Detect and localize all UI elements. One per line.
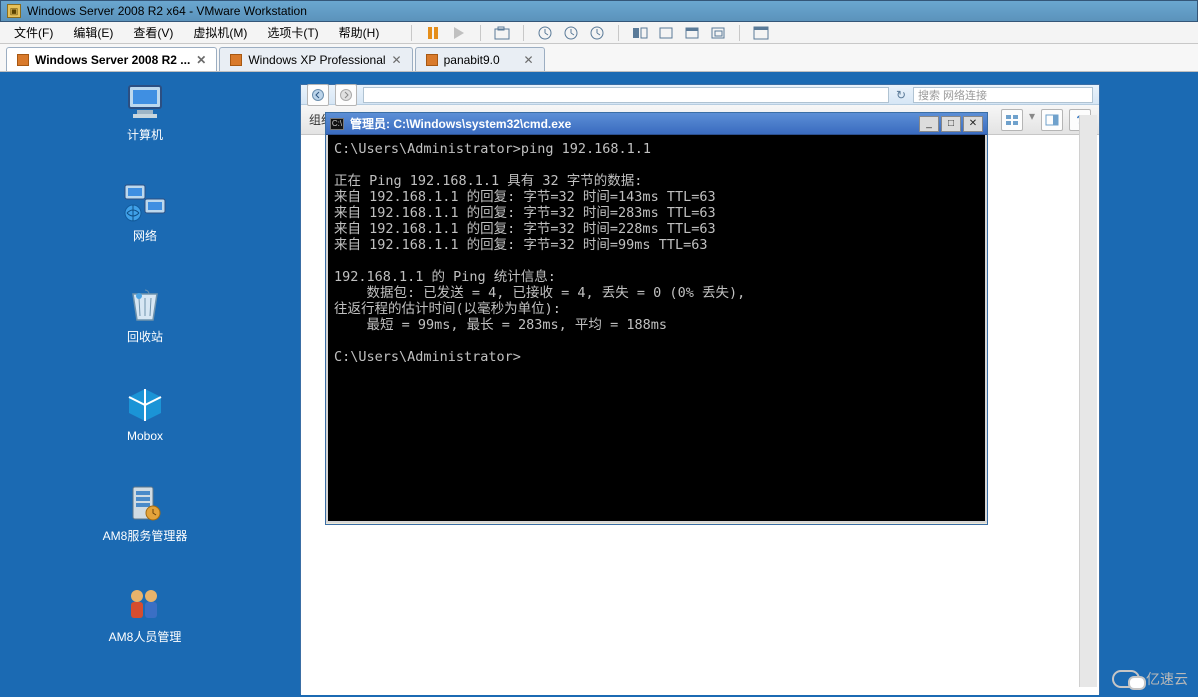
close-icon[interactable]: ✕ <box>392 53 402 67</box>
snapshot-button[interactable] <box>491 23 513 43</box>
explorer-nav-bar: ↻ 搜索 网络连接 <box>301 85 1099 105</box>
cloud-icon <box>1112 670 1140 688</box>
toolbar-divider <box>411 25 412 41</box>
clock-button-2[interactable] <box>560 23 582 43</box>
vmware-icon: ▣ <box>7 4 21 18</box>
play-vm-button[interactable] <box>448 23 470 43</box>
menu-tabs[interactable]: 选项卡(T) <box>259 22 326 43</box>
desktop-icon-label: 计算机 <box>127 126 163 143</box>
clock-button-1[interactable] <box>534 23 556 43</box>
vm-tab-label: Windows XP Professional <box>248 53 385 67</box>
cmd-output-text: C:\Users\Administrator>ping 192.168.1.1 … <box>334 141 979 365</box>
toolbar-divider <box>739 25 740 41</box>
desktop-icon-label: AM8人员管理 <box>109 628 182 645</box>
cmd-window[interactable]: C:\ 管理员: C:\Windows\system32\cmd.exe _ □… <box>325 112 988 525</box>
toolbar-divider <box>618 25 619 41</box>
toolbar-divider <box>523 25 524 41</box>
address-bar[interactable] <box>363 87 889 103</box>
vm-tab-ws2008[interactable]: Windows Server 2008 R2 ... ✕ <box>6 47 217 71</box>
cmd-window-title: 管理员: C:\Windows\system32\cmd.exe <box>350 115 571 132</box>
search-placeholder: 搜索 网络连接 <box>918 87 987 103</box>
close-button[interactable]: ✕ <box>963 116 983 132</box>
close-icon[interactable]: ✕ <box>196 53 206 67</box>
menu-vm[interactable]: 虚拟机(M) <box>185 22 255 43</box>
view-button-4[interactable] <box>707 23 729 43</box>
view-mode-button[interactable] <box>1001 109 1023 131</box>
menu-help[interactable]: 帮助(H) <box>331 22 388 43</box>
vm-tab-icon <box>17 54 29 66</box>
host-window-titlebar: ▣ Windows Server 2008 R2 x64 - VMware Wo… <box>0 0 1198 22</box>
mobox-icon <box>123 385 167 425</box>
host-window-title: Windows Server 2008 R2 x64 - VMware Work… <box>27 4 307 18</box>
close-icon[interactable]: ✕ <box>524 53 534 67</box>
cmd-output-area[interactable]: C:\Users\Administrator>ping 192.168.1.1 … <box>326 135 987 523</box>
vm-tab-label: Windows Server 2008 R2 ... <box>35 53 190 67</box>
forward-button[interactable] <box>335 84 357 106</box>
minimize-button[interactable]: _ <box>919 116 939 132</box>
vm-tab-panabit[interactable]: panabit9.0 ✕ <box>415 47 545 71</box>
desktop-icons-area: 计算机 网络 回收站 Mobox <box>0 76 290 679</box>
view-button-2[interactable] <box>655 23 677 43</box>
desktop-icon-mobox[interactable]: Mobox <box>95 379 195 449</box>
vm-tab-icon <box>426 54 438 66</box>
clock-button-3[interactable] <box>586 23 608 43</box>
recycle-bin-icon <box>123 284 167 324</box>
vm-tab-icon <box>230 54 242 66</box>
desktop-icon-label: 网络 <box>133 227 157 244</box>
windows-desktop[interactable]: 计算机 网络 回收站 Mobox <box>0 72 1198 697</box>
menu-view[interactable]: 查看(V) <box>125 22 181 43</box>
watermark-text: 亿速云 <box>1146 669 1188 689</box>
cmd-titlebar[interactable]: C:\ 管理员: C:\Windows\system32\cmd.exe _ □… <box>326 113 987 135</box>
maximize-button[interactable]: □ <box>941 116 961 132</box>
desktop-icon-am8-service[interactable]: AM8服务管理器 <box>95 477 195 550</box>
back-button[interactable] <box>307 84 329 106</box>
watermark: 亿速云 <box>1112 669 1188 689</box>
people-icon <box>123 584 167 624</box>
fullscreen-button[interactable] <box>750 23 772 43</box>
desktop-icon-network[interactable]: 网络 <box>95 177 195 250</box>
server-icon <box>123 483 167 523</box>
desktop-icon-label: 回收站 <box>127 328 163 345</box>
computer-icon <box>123 82 167 122</box>
toolbar-divider <box>480 25 481 41</box>
preview-pane-button[interactable] <box>1041 109 1063 131</box>
vmware-menubar: 文件(F) 编辑(E) 查看(V) 虚拟机(M) 选项卡(T) 帮助(H) <box>0 22 1198 44</box>
desktop-icon-computer[interactable]: 计算机 <box>95 76 195 149</box>
network-icon <box>123 183 167 223</box>
explorer-scrollbar[interactable] <box>1079 115 1097 687</box>
desktop-icon-recycle-bin[interactable]: 回收站 <box>95 278 195 351</box>
search-box[interactable]: 搜索 网络连接 <box>913 87 1093 103</box>
menu-edit[interactable]: 编辑(E) <box>65 22 121 43</box>
desktop-icon-label: Mobox <box>127 429 163 443</box>
refresh-icon[interactable]: ↻ <box>895 88 907 102</box>
cmd-icon: C:\ <box>330 118 344 130</box>
vm-tab-bar: Windows Server 2008 R2 ... ✕ Windows XP … <box>0 44 1198 72</box>
view-button-3[interactable] <box>681 23 703 43</box>
desktop-icon-label: AM8服务管理器 <box>103 527 188 544</box>
desktop-icon-am8-people[interactable]: AM8人员管理 <box>95 578 195 651</box>
menu-file[interactable]: 文件(F) <box>6 22 61 43</box>
vm-tab-label: panabit9.0 <box>444 53 500 67</box>
vm-tab-winxp[interactable]: Windows XP Professional ✕ <box>219 47 412 71</box>
pause-vm-button[interactable] <box>422 23 444 43</box>
view-button-1[interactable] <box>629 23 651 43</box>
guest-desktop: 计算机 网络 回收站 Mobox <box>0 72 1198 697</box>
